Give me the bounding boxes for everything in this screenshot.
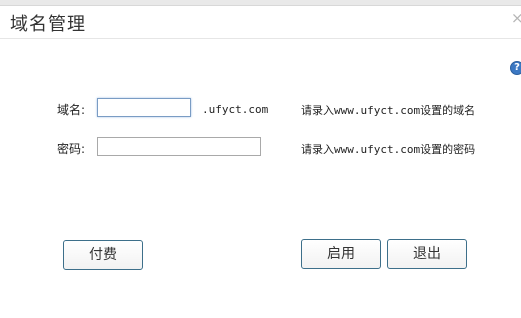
password-label: 密码:: [57, 142, 86, 156]
dialog-top-bar: [0, 0, 521, 6]
enable-button[interactable]: 启用: [301, 239, 381, 269]
title-divider: [0, 38, 521, 39]
dialog-title: 域名管理: [10, 14, 86, 35]
pay-button[interactable]: 付费: [63, 240, 143, 270]
domain-suffix: .ufyct.com: [202, 103, 269, 116]
domain-label: 域名:: [57, 103, 86, 117]
password-input[interactable]: [97, 137, 261, 156]
password-hint: 请录入www.ufyct.com设置的密码: [301, 143, 476, 156]
exit-button[interactable]: 退出: [387, 239, 467, 269]
close-icon[interactable]: ×: [511, 11, 521, 26]
domain-hint: 请录入www.ufyct.com设置的域名: [301, 104, 476, 117]
help-icon[interactable]: ?: [510, 61, 521, 75]
domain-input[interactable]: [97, 98, 191, 117]
